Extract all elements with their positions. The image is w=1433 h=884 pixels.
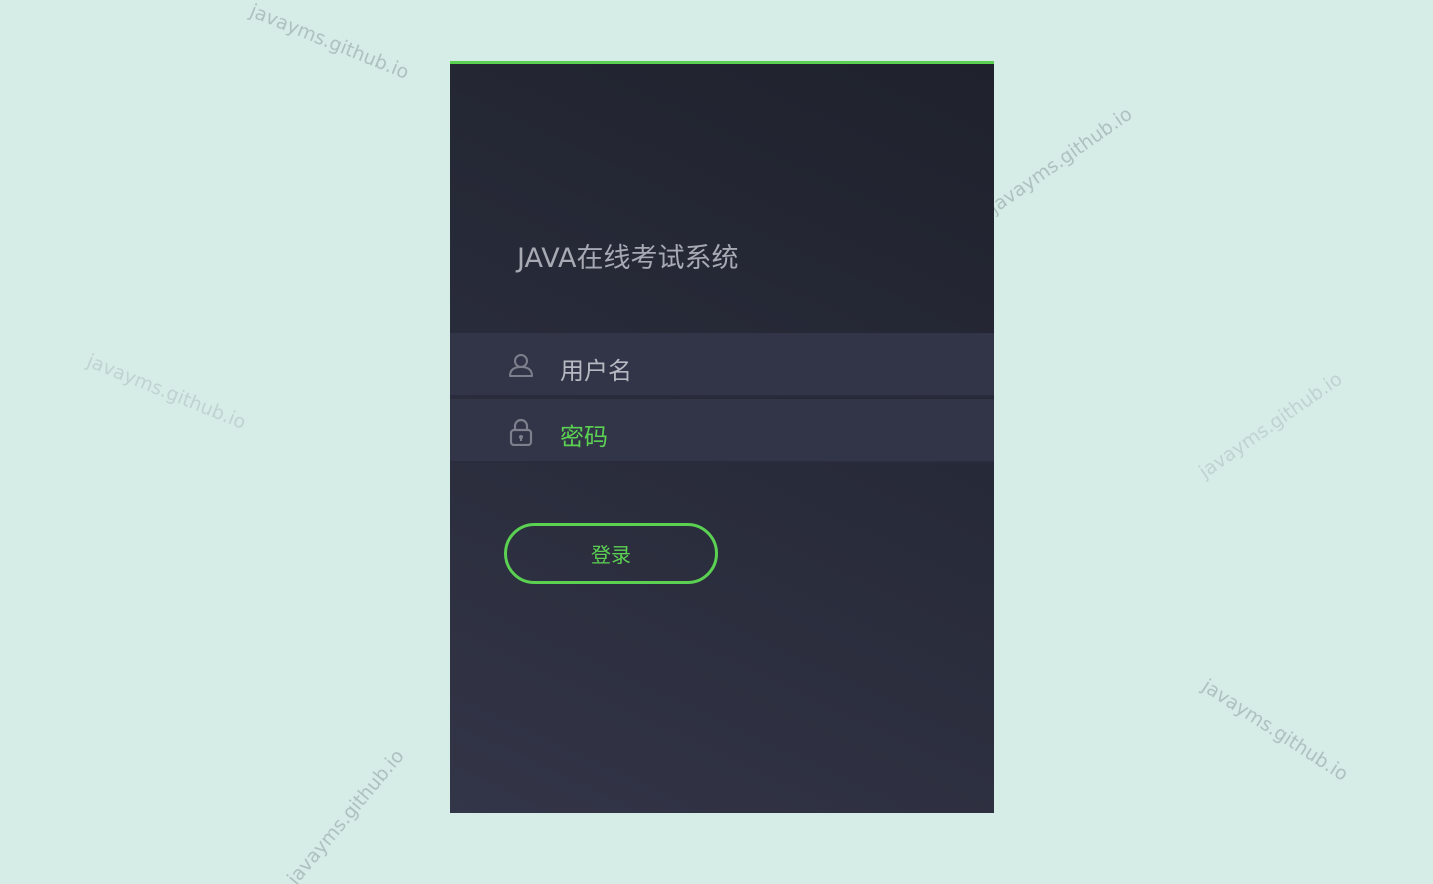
login-card: JAVA在线考试系统 用户名 密码 登录 [450, 61, 994, 813]
username-field[interactable]: 用户名 [450, 333, 994, 397]
lock-icon [508, 418, 534, 447]
password-placeholder: 密码 [560, 423, 608, 451]
watermark: javayms.github.io [83, 350, 250, 434]
password-field[interactable]: 密码 [450, 399, 994, 463]
watermark: javayms.github.io [1198, 675, 1353, 786]
login-page: javayms.github.io javayms.github.io java… [0, 0, 1433, 884]
watermark: javayms.github.io [246, 0, 413, 84]
watermark: javayms.github.io [283, 745, 409, 884]
watermark: javayms.github.io [1195, 367, 1347, 484]
login-button[interactable]: 登录 [504, 523, 718, 584]
username-placeholder: 用户名 [560, 357, 632, 385]
user-icon [508, 352, 534, 378]
watermark: javayms.github.io [985, 102, 1137, 219]
app-title: JAVA在线考试系统 [517, 243, 739, 274]
